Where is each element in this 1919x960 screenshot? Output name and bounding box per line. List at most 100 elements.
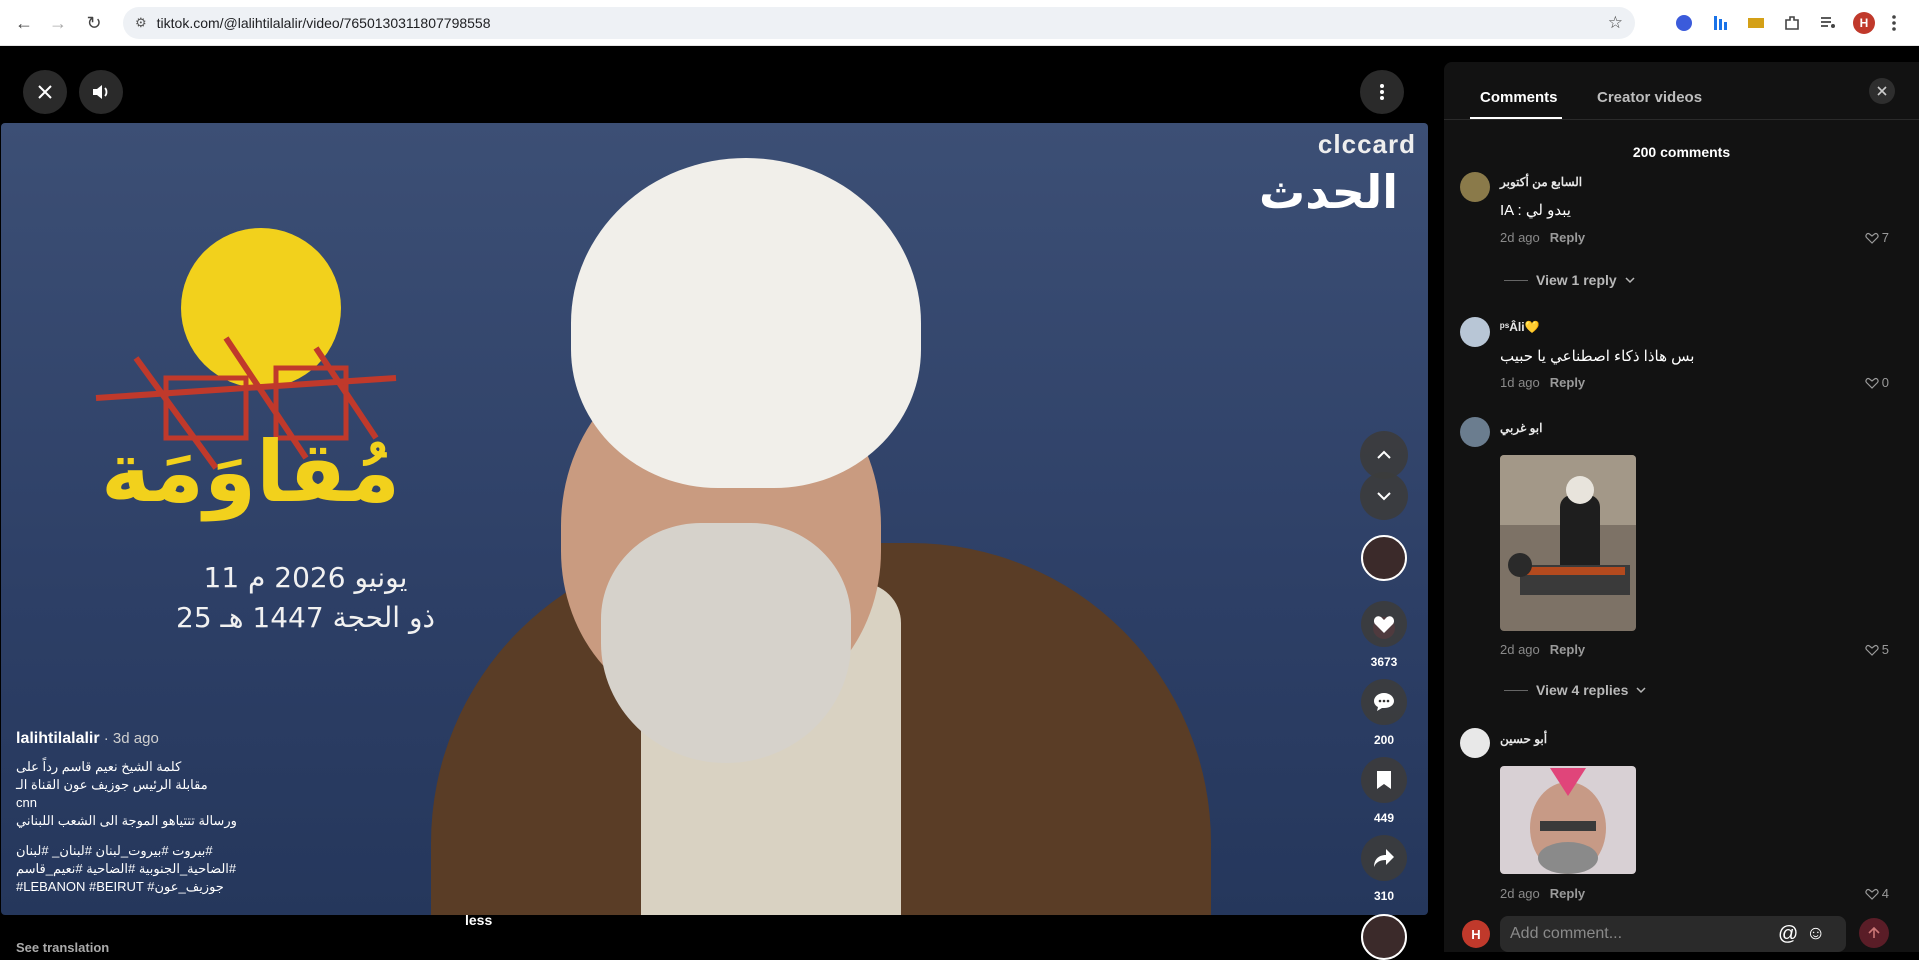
comment-like-button[interactable]: 7 [1865,230,1889,245]
arrow-up-icon [1868,927,1880,938]
comment-age: 2d ago [1500,886,1540,901]
more-options-button[interactable] [1360,70,1404,114]
speaker-turban [571,158,921,488]
comment-like-button[interactable]: 4 [1865,886,1889,901]
comment-like-count: 4 [1881,886,1889,901]
reply-button[interactable]: Reply [1550,886,1585,901]
extension-a-icon[interactable] [1673,12,1695,34]
back-icon[interactable]: ← [10,9,38,37]
post-comment-button[interactable] [1859,918,1889,948]
like-count: 3673 [1370,655,1398,669]
video-username[interactable]: lalihtilalalir [16,730,100,747]
speaker-beard [601,523,851,763]
heart-outline-icon [1865,377,1879,389]
comment-age: 2d ago [1500,230,1540,245]
comment-button[interactable] [1361,679,1407,725]
comment-like-button[interactable]: 0 [1865,375,1889,390]
reply-button[interactable]: Reply [1550,230,1585,245]
browser-toolbar: ← → ↻ ⚙ tiktok.com/@lalihtilalalir/video… [0,0,1919,46]
next-video-button[interactable] [1360,472,1408,520]
caption-line: ورسالة تتتياهو الموجة الى الشعب اللبناني [16,813,237,828]
creator-avatar[interactable] [1361,535,1407,581]
bookmark-icon [1377,771,1391,789]
comments-panel: Comments Creator videos 200 comments الس… [1444,62,1919,952]
caption-hashtags[interactable]: #بيروت #بيروت_لبنان #لبنان_ #لبنان [16,842,336,860]
poster-date: 11 يونيو 2026 م 25 ذو الحجة 1447 هـ [176,558,435,638]
caption-hashtags[interactable]: #الضاحية_الجنوبية #الضاحية #نعيم_قاسم [16,860,336,878]
poster-date-line-1: 11 يونيو 2026 م [203,561,408,594]
extension-c-icon[interactable] [1745,12,1767,34]
chevron-down-icon [1636,686,1646,693]
music-disc-avatar[interactable] [1361,914,1407,960]
like-button[interactable] [1361,601,1407,647]
forward-icon[interactable]: → [44,9,72,37]
commenter-avatar[interactable] [1460,728,1490,758]
extensions-puzzle-icon[interactable] [1781,12,1803,34]
commenter-avatar[interactable] [1460,317,1490,347]
poster-date-line-2: 25 ذو الحجة 1447 هـ [176,601,435,634]
media-controls-icon[interactable] [1817,12,1839,34]
comment-meta: 1d ago Reply [1500,375,1585,390]
close-video-button[interactable] [23,70,67,114]
commenter-avatar[interactable] [1460,172,1490,202]
extension-b-icon[interactable] [1709,12,1731,34]
panel-divider [1444,119,1919,120]
comment-meta: 2d ago Reply [1500,230,1585,245]
comment-photo-portrait [1500,766,1636,874]
comment-username[interactable]: ᵖˢÂli💛 [1500,320,1539,334]
tab-comments[interactable]: Comments [1480,89,1558,106]
caption-hashtags[interactable]: #LEBANON #BEIRUT #جوزيف_عون [16,878,336,896]
comment-age: 2d ago [1500,642,1540,657]
heart-icon [1373,616,1395,633]
profile-avatar[interactable]: H [1853,12,1875,34]
video-caption: lalihtilalalir · 3d ago كلمة الشيخ نعيم … [16,730,336,896]
reply-button[interactable]: Reply [1550,642,1585,657]
comment-text: بس هاذا ذكاء اصطناعي يا حبيب [1500,348,1695,365]
share-count: 310 [1373,889,1395,903]
channel-logo: الحدث [1259,165,1398,219]
caption-line: مقابلة الرئيس جوزيف عون القناة الـ [16,777,208,792]
comment-photo-grill [1500,455,1636,631]
comments-count-title: 200 comments [1632,144,1731,160]
comment-text: IA : يبدو لي [1500,202,1571,219]
view-replies-label: View 1 reply [1536,272,1617,288]
view-replies-button[interactable]: View 1 reply [1504,272,1635,288]
see-translation-link[interactable]: See translation [16,940,109,955]
view-replies-button[interactable]: View 4 replies [1504,682,1646,698]
close-comments-button[interactable] [1869,78,1895,104]
commenter-avatar[interactable] [1460,417,1490,447]
close-icon [1877,86,1887,96]
mention-at-icon[interactable]: @ [1778,923,1798,946]
comment-meta: 2d ago Reply [1500,886,1585,901]
comment-image[interactable] [1500,455,1636,631]
comment-like-count: 0 [1881,375,1889,390]
emoji-icon[interactable]: ☺ [1806,923,1825,945]
site-info-icon[interactable]: ⚙ [135,15,147,31]
comment-like-count: 7 [1881,230,1889,245]
video-player-area: مُقاوَمَة 11 يونيو 2026 م 25 ذو الحجة 14… [0,46,1430,960]
comment-image[interactable] [1500,766,1636,874]
heart-outline-icon [1865,888,1879,900]
browser-menu-icon[interactable] [1883,12,1905,34]
comment-like-button[interactable]: 5 [1865,642,1889,657]
share-button[interactable] [1361,835,1407,881]
less-button[interactable]: less [465,912,492,928]
my-avatar: H [1462,920,1490,948]
tab-creator-videos[interactable]: Creator videos [1597,89,1702,106]
comment-meta: 2d ago Reply [1500,642,1585,657]
reload-icon[interactable]: ↻ [80,9,108,37]
address-bar[interactable]: ⚙ tiktok.com/@lalihtilalalir/video/76501… [123,7,1635,39]
mute-toggle-button[interactable] [79,70,123,114]
comment-username[interactable]: السابع من أكتوبر [1500,175,1582,189]
comment-age: 1d ago [1500,375,1540,390]
channel-brand: clccard [1317,129,1416,159]
reply-button[interactable]: Reply [1550,375,1585,390]
save-count: 449 [1373,811,1395,825]
comment-username[interactable]: أبو حسين [1500,732,1547,746]
comment-count: 200 [1373,733,1395,747]
bookmark-star-icon[interactable]: ☆ [1608,13,1623,33]
bookmark-button[interactable] [1361,757,1407,803]
share-icon [1374,849,1394,867]
comment-username[interactable]: ابو غربي [1500,421,1542,435]
extension-icons: H [1673,0,1919,46]
